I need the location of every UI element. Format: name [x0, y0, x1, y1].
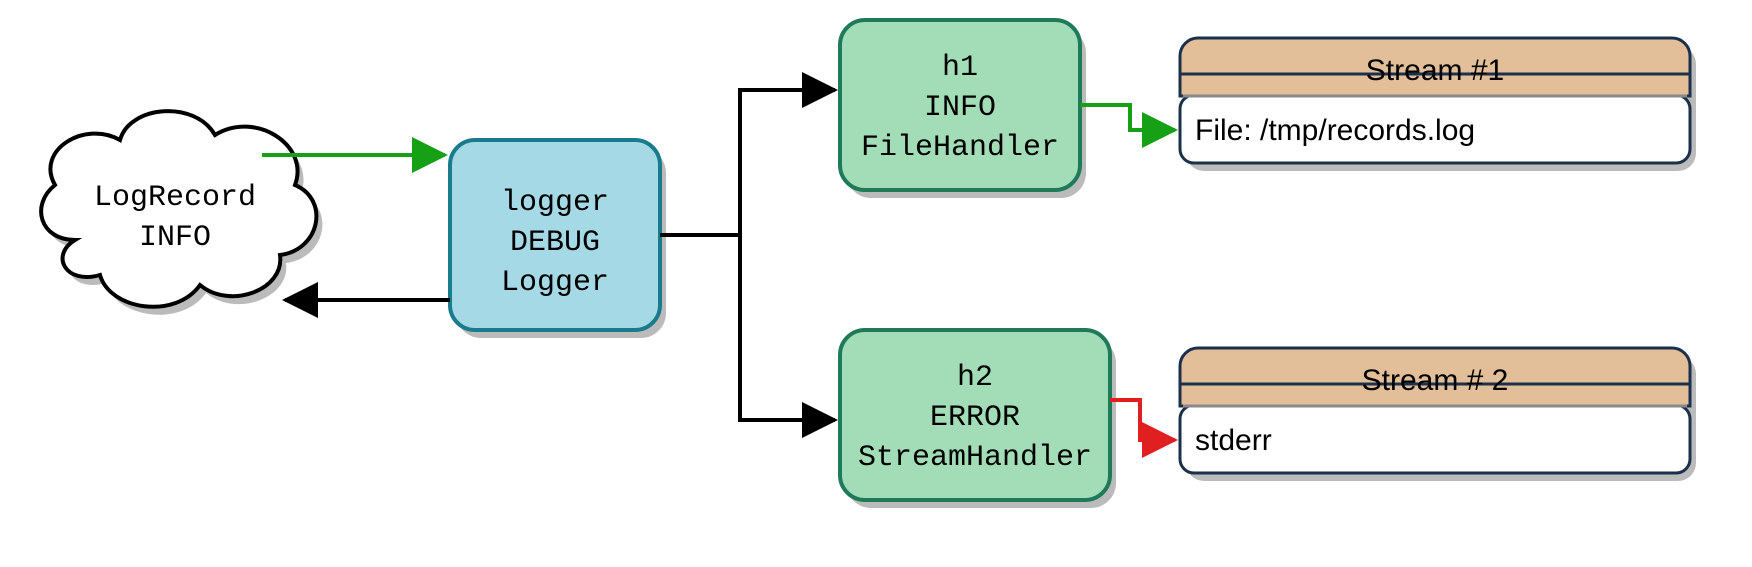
- logrecord-node: LogRecord INFO: [41, 111, 322, 315]
- h2-node: h2 ERROR StreamHandler: [840, 330, 1116, 508]
- stream1-title: Stream #1: [1366, 54, 1504, 87]
- arrow-h1-to-stream1: [1080, 105, 1175, 130]
- h1-class: FileHandler: [861, 131, 1059, 165]
- h2-name: h2: [957, 361, 993, 395]
- stream1-body: File: /tmp/records.log: [1195, 114, 1475, 147]
- stream2-body: stderr: [1195, 424, 1272, 457]
- h1-node: h1 INFO FileHandler: [840, 20, 1086, 198]
- logrecord-name: LogRecord: [94, 181, 256, 215]
- arrow-logger-to-h2: [660, 235, 835, 420]
- stream2-title: Stream # 2: [1362, 364, 1509, 397]
- h2-level: ERROR: [930, 401, 1020, 435]
- stream1-node: Stream #1 File: /tmp/records.log: [1180, 38, 1696, 171]
- stream2-node: Stream # 2 stderr: [1180, 348, 1696, 481]
- h1-level: INFO: [924, 91, 996, 125]
- logrecord-level: INFO: [139, 221, 211, 255]
- logger-node: logger DEBUG Logger: [450, 140, 666, 338]
- h1-name: h1: [942, 51, 978, 85]
- logger-class: Logger: [501, 266, 609, 300]
- h2-class: StreamHandler: [858, 441, 1092, 475]
- arrow-h2-to-stream2: [1110, 400, 1175, 440]
- logger-level: DEBUG: [510, 226, 600, 260]
- logger-name: logger: [501, 186, 609, 220]
- arrow-logger-to-h1: [660, 90, 835, 235]
- logging-flow-diagram: LogRecord INFO logger DEBUG Logger h1 IN…: [0, 0, 1752, 567]
